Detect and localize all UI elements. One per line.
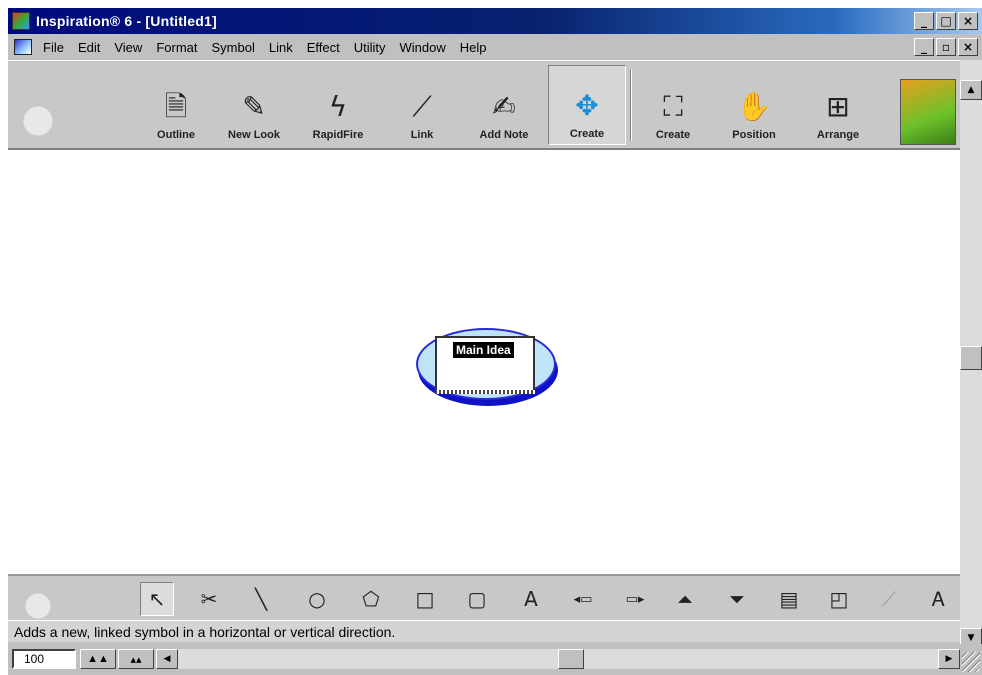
create-move-icon: ✥ <box>575 89 599 122</box>
vertical-scrollbar[interactable]: ▲ ▼ <box>960 60 982 656</box>
main-idea-symbol[interactable]: Main Idea <box>416 328 558 406</box>
create-expand-icon: ⛶ <box>663 90 683 123</box>
title-bar[interactable]: Inspiration® 6 - [Untitled1] _ □ × <box>8 8 982 34</box>
scroll-left-button[interactable]: ◀ <box>156 649 178 669</box>
line-tool[interactable]: ╲ <box>244 582 278 616</box>
drawing-toolbar: ↖ ✂ ╲ ○ ⬠ □ ▢ A ◂▭ ▭▸ ⏶ ⏷ ▤ ◰ ⟋ Ꭺ <box>8 574 960 620</box>
link-button[interactable]: ⟋ Link <box>392 65 452 145</box>
rapidfire-button[interactable]: ϟ RapidFire <box>296 65 380 145</box>
arrange-icon: ⊞ <box>826 90 850 123</box>
create-expand-button[interactable]: ⛶ Create <box>638 65 708 145</box>
document-icon[interactable] <box>14 39 32 55</box>
link-down-tool[interactable]: ⏷ <box>720 582 754 616</box>
mountains-small-icon: ▴▴ <box>130 653 142 666</box>
toolbar-separator <box>630 69 632 141</box>
menu-symbol[interactable]: Symbol <box>204 40 261 55</box>
menu-format[interactable]: Format <box>149 40 204 55</box>
text-style-tool[interactable]: Ꭺ <box>922 582 956 616</box>
pointer-tool[interactable]: ↖ <box>140 582 174 616</box>
new-look-button[interactable]: ✎ New Look <box>216 65 292 145</box>
diagram-canvas[interactable]: Main Idea <box>8 150 960 580</box>
horizontal-scrollbar[interactable]: ◀ ▶ <box>156 649 960 669</box>
add-note-label: Add Note <box>479 129 529 141</box>
rounded-square-tool[interactable]: ▢ <box>460 582 494 616</box>
menu-file[interactable]: File <box>36 40 71 55</box>
menu-window[interactable]: Window <box>393 40 453 55</box>
position-hand-icon: ✋ <box>736 90 772 123</box>
link-up-tool[interactable]: ⏶ <box>668 582 702 616</box>
minimize-button[interactable]: _ <box>914 12 934 30</box>
zoom-in-button[interactable]: ▴▴ <box>118 649 154 669</box>
menu-view[interactable]: View <box>107 40 149 55</box>
create-move-button[interactable]: ✥ Create <box>548 65 626 145</box>
mountains-large-icon: ▲▲ <box>87 653 109 665</box>
zoom-out-button[interactable]: ▲▲ <box>80 649 116 669</box>
link-pen-tool[interactable]: ⟋ <box>872 582 906 616</box>
new-look-icon: ✎ <box>242 90 266 123</box>
bottom-bar: 100 ▲▲ ▴▴ ◀ ▶ <box>8 644 982 675</box>
maximize-button[interactable]: □ <box>936 12 956 30</box>
text-tool[interactable]: A <box>514 582 548 616</box>
link-right-tool[interactable]: ▭▸ <box>618 582 652 616</box>
outline-button[interactable]: 🗎 Outline <box>140 65 212 145</box>
zoom-level-field[interactable]: 100 <box>12 649 76 669</box>
doc-minimize-button[interactable]: _ <box>914 38 934 56</box>
text-edit-box[interactable]: Main Idea <box>435 336 535 394</box>
add-note-button[interactable]: ✍ Add Note <box>464 65 544 145</box>
close-button[interactable]: × <box>958 12 978 30</box>
app-window: Inspiration® 6 - [Untitled1] _ □ × File … <box>8 8 982 675</box>
main-idea-label[interactable]: Main Idea <box>453 342 514 358</box>
menu-bar: File Edit View Format Symbol Link Effect… <box>8 34 982 60</box>
menu-effect[interactable]: Effect <box>300 40 347 55</box>
status-message: Adds a new, linked symbol in a horizonta… <box>14 623 396 640</box>
scroll-right-button[interactable]: ▶ <box>938 649 960 669</box>
create-move-label: Create <box>569 128 605 140</box>
position-button[interactable]: ✋ Position <box>714 65 794 145</box>
pentagon-tool[interactable]: ⬠ <box>354 582 388 616</box>
circle-tool[interactable]: ○ <box>300 582 334 616</box>
link-icon: ⟋ <box>412 90 432 123</box>
doc-restore-button[interactable]: ▫ <box>936 38 956 56</box>
horizontal-scroll-thumb[interactable] <box>558 649 584 669</box>
create-expand-label: Create <box>655 129 691 141</box>
square-tool[interactable]: □ <box>408 582 442 616</box>
resize-grip[interactable] <box>962 652 980 672</box>
menu-utility[interactable]: Utility <box>347 40 393 55</box>
link-left-tool[interactable]: ◂▭ <box>566 582 600 616</box>
menu-help[interactable]: Help <box>453 40 494 55</box>
note-tool[interactable]: ▤ <box>772 582 806 616</box>
vertical-scroll-thumb[interactable] <box>960 346 982 370</box>
link-label: Link <box>410 129 434 141</box>
window-title: Inspiration® 6 - [Untitled1] <box>36 13 217 29</box>
add-note-icon: ✍ <box>492 90 516 123</box>
scissors-tool[interactable]: ✂ <box>192 582 226 616</box>
outline-icon: 🗎 <box>164 90 188 123</box>
rapidfire-label: RapidFire <box>312 129 364 141</box>
new-look-label: New Look <box>228 129 280 141</box>
rapidfire-icon: ϟ <box>328 90 348 123</box>
scroll-up-button[interactable]: ▲ <box>960 80 982 100</box>
mascot-logo-image <box>900 79 956 145</box>
menu-edit[interactable]: Edit <box>71 40 107 55</box>
arrange-label: Arrange <box>816 129 860 141</box>
outline-label: Outline <box>157 129 195 141</box>
arrange-button[interactable]: ⊞ Arrange <box>798 65 878 145</box>
app-icon[interactable] <box>12 12 30 30</box>
menu-link[interactable]: Link <box>262 40 300 55</box>
status-bar: Adds a new, linked symbol in a horizonta… <box>8 620 960 642</box>
page-tool[interactable]: ◰ <box>822 582 856 616</box>
position-label: Position <box>732 129 776 141</box>
main-toolbar: 🗎 Outline ✎ New Look ϟ RapidFire ⟋ Link … <box>8 60 960 150</box>
doc-close-button[interactable]: × <box>958 38 978 56</box>
